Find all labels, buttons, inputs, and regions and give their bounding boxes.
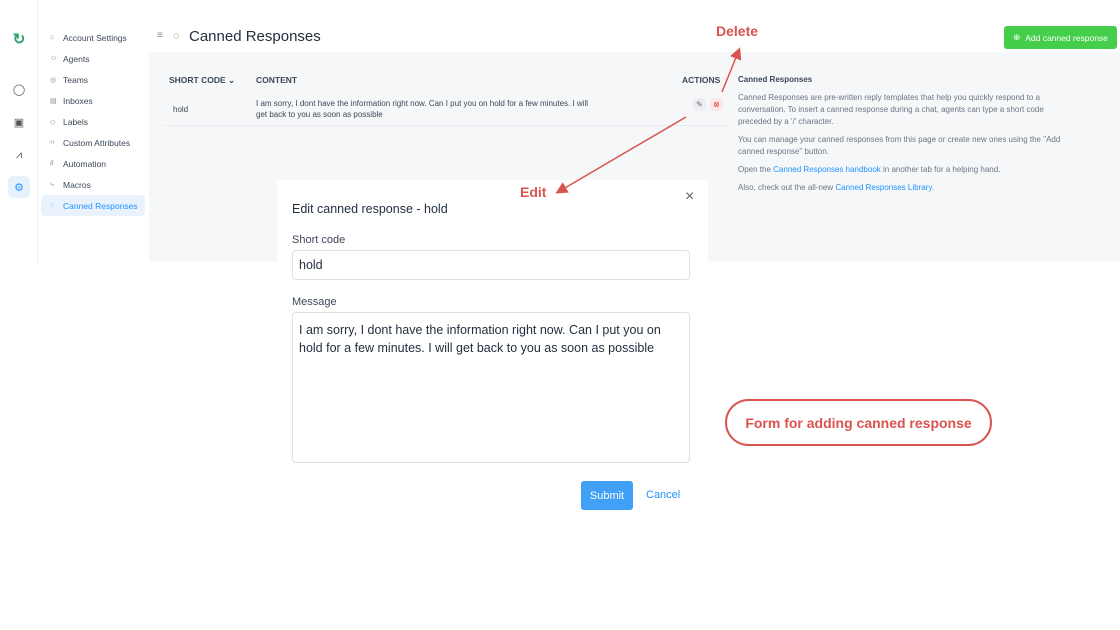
delete-annotation: Delete	[716, 23, 759, 39]
delete-arrow	[721, 47, 742, 93]
edit-annotation: Edit	[520, 184, 547, 200]
edit-arrow	[555, 116, 687, 194]
annotation-arrows	[555, 47, 742, 194]
form-annotation: Form for adding canned response	[725, 399, 992, 446]
